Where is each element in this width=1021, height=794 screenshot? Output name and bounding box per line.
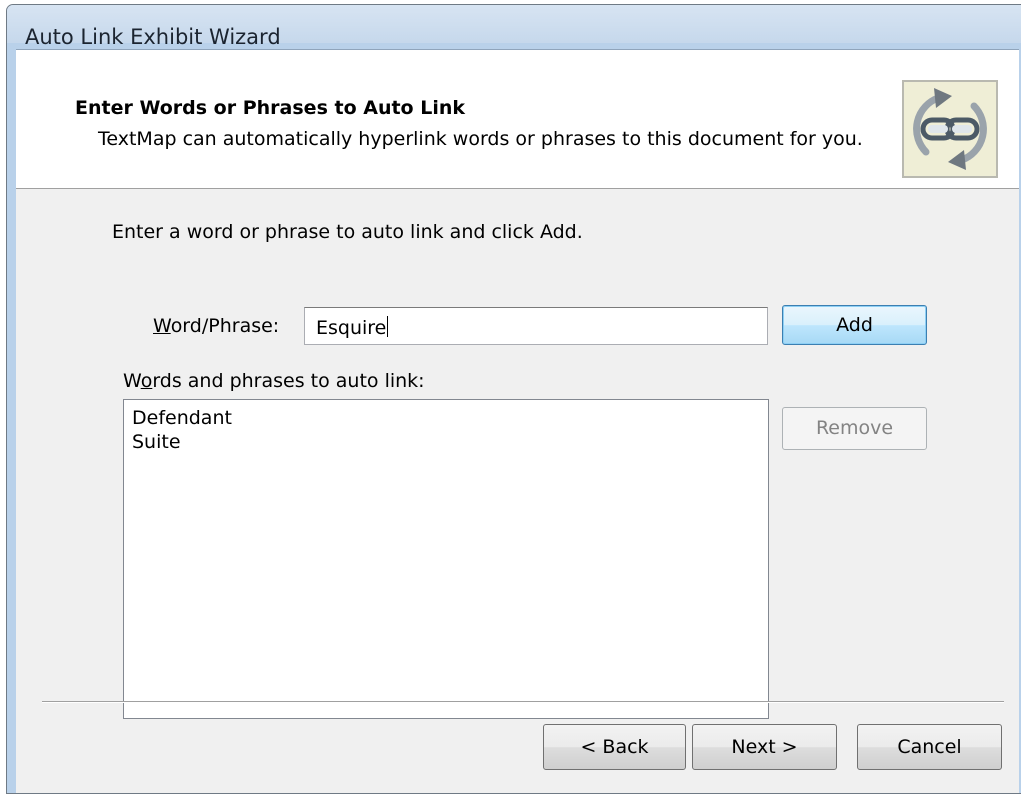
next-button[interactable]: Next > bbox=[692, 724, 837, 770]
instructions-text: Enter a word or phrase to auto link and … bbox=[112, 221, 583, 243]
page-description: TextMap can automatically hyperlink word… bbox=[98, 128, 863, 150]
list-label-rest: rds and phrases to auto link: bbox=[152, 370, 425, 392]
word-phrase-input-value: Esquire bbox=[316, 316, 389, 339]
cancel-button[interactable]: Cancel bbox=[857, 724, 1002, 770]
word-phrase-label: Word/Phrase: bbox=[153, 315, 279, 337]
chain-link-refresh-graphic bbox=[913, 88, 987, 170]
list-item[interactable]: Defendant bbox=[132, 407, 232, 429]
word-phrase-value-text: Esquire bbox=[316, 317, 387, 339]
list-label: Words and phrases to auto link: bbox=[123, 370, 425, 392]
list-label-pre: W bbox=[123, 370, 141, 392]
wizard-window: Auto Link Exhibit Wizard Enter Words or … bbox=[6, 4, 1021, 794]
back-button[interactable]: < Back bbox=[543, 724, 686, 770]
remove-button[interactable]: Remove bbox=[782, 407, 927, 450]
list-item[interactable]: Suite bbox=[132, 431, 181, 453]
phrases-listbox[interactable]: Defendant Suite bbox=[123, 399, 769, 719]
word-phrase-input[interactable]: Esquire bbox=[304, 307, 768, 345]
list-label-mnemonic: o bbox=[140, 370, 153, 392]
title-bar[interactable]: Auto Link Exhibit Wizard bbox=[7, 5, 1021, 49]
chain-link-refresh-icon bbox=[902, 80, 998, 178]
window-title: Auto Link Exhibit Wizard bbox=[25, 25, 281, 49]
footer-separator bbox=[42, 701, 1004, 703]
dialog-client-area: Enter Words or Phrases to Auto Link Text… bbox=[16, 49, 1019, 793]
wizard-header: Enter Words or Phrases to Auto Link Text… bbox=[16, 50, 1019, 189]
page-title: Enter Words or Phrases to Auto Link bbox=[75, 97, 466, 119]
word-phrase-label-rest: ord/Phrase: bbox=[170, 315, 280, 337]
add-button[interactable]: Add bbox=[782, 305, 927, 345]
word-phrase-label-mnemonic: W bbox=[153, 315, 171, 337]
text-caret bbox=[387, 316, 389, 337]
